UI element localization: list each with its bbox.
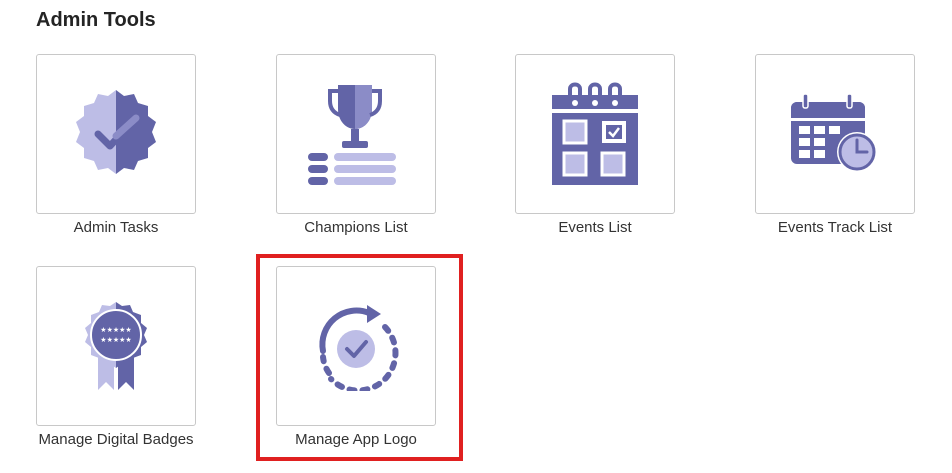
verified-badge-icon bbox=[76, 90, 156, 174]
trophy-list-icon bbox=[308, 85, 396, 185]
tile-manage-app-logo[interactable]: Manage App Logo bbox=[266, 266, 446, 451]
tile-events-list-label: Events List bbox=[558, 219, 632, 236]
refresh-check-icon bbox=[319, 305, 399, 391]
tile-champions-list-label: Champions List bbox=[304, 219, 408, 236]
svg-text:★★★★★: ★★★★★ bbox=[100, 336, 131, 344]
tile-events-list-box[interactable] bbox=[515, 54, 675, 214]
tile-admin-tasks[interactable]: Admin Tasks bbox=[26, 54, 206, 239]
tile-manage-app-logo-box[interactable] bbox=[276, 266, 436, 426]
award-ribbon-icon: ★★★★★ ★★★★★ bbox=[85, 302, 147, 390]
tile-champions-list-box[interactable] bbox=[276, 54, 436, 214]
calendar-icon bbox=[552, 82, 638, 185]
tile-events-track-list[interactable]: Events Track List bbox=[745, 54, 925, 239]
tile-manage-digital-badges[interactable]: ★★★★★ ★★★★★ Manage Digital Badges bbox=[26, 266, 206, 451]
svg-text:★★★★★: ★★★★★ bbox=[100, 326, 131, 334]
tile-manage-app-logo-label: Manage App Logo bbox=[295, 431, 417, 448]
tile-events-track-list-label: Events Track List bbox=[777, 219, 893, 236]
page-title: Admin Tools bbox=[36, 9, 156, 31]
tile-manage-digital-badges-box[interactable]: ★★★★★ ★★★★★ bbox=[36, 266, 196, 426]
calendar-clock-icon bbox=[791, 93, 877, 172]
tile-manage-digital-badges-label: Manage Digital Badges bbox=[38, 431, 194, 448]
admin-tools-page: Admin Tools Admin Tasks Champions List E… bbox=[0, 0, 952, 473]
tile-admin-tasks-box[interactable] bbox=[36, 54, 196, 214]
tile-champions-list[interactable]: Champions List bbox=[266, 54, 446, 239]
tile-admin-tasks-label: Admin Tasks bbox=[73, 219, 159, 236]
tile-events-track-list-box[interactable] bbox=[755, 54, 915, 214]
tile-events-list[interactable]: Events List bbox=[505, 54, 685, 239]
